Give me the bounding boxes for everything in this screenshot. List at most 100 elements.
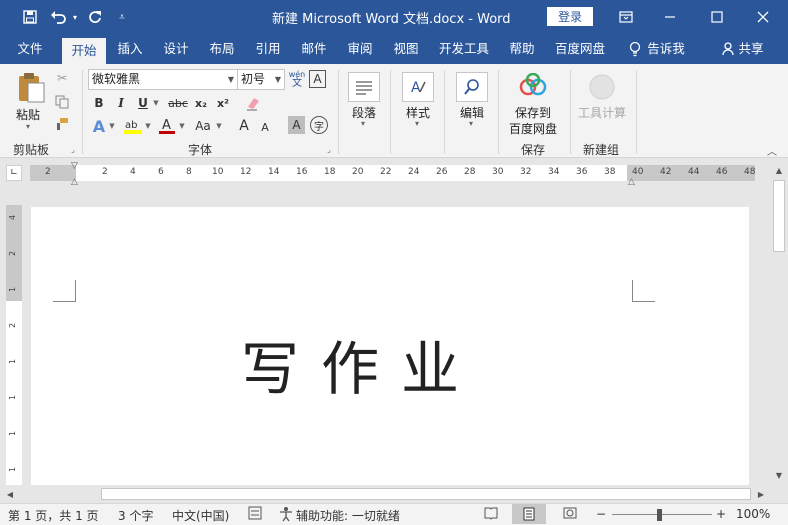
font-color-icon[interactable]: A <box>156 116 178 136</box>
clipboard-launcher-icon[interactable]: ⌟ <box>68 144 78 154</box>
scroll-left-icon[interactable]: ◀ <box>4 488 16 500</box>
vertical-scrollbar[interactable]: ▲ ▼ <box>770 160 788 485</box>
save-icon[interactable] <box>20 8 40 26</box>
character-shading-icon[interactable]: A <box>288 116 305 134</box>
accessibility-icon[interactable] <box>278 506 294 525</box>
ruler-tick-label: 28 <box>464 167 476 177</box>
tools-calc-label[interactable]: 工具计算 <box>578 104 626 121</box>
font-color-dropdown-icon[interactable]: ▼ <box>178 116 186 136</box>
italic-button[interactable]: I <box>112 94 130 112</box>
baidu-netdisk-icon[interactable] <box>518 72 548 98</box>
ribbon-display-icon[interactable] <box>616 8 636 26</box>
search-icon[interactable] <box>456 72 488 102</box>
tab-references[interactable]: 引用 <box>248 34 288 64</box>
macro-record-icon[interactable] <box>248 506 262 523</box>
hanging-indent-icon[interactable]: △ <box>71 177 81 187</box>
shrink-font-button[interactable]: A <box>258 118 272 136</box>
tools-calc-icon[interactable] <box>587 72 617 102</box>
zoom-slider-track[interactable] <box>612 514 712 515</box>
paragraph-icon[interactable] <box>348 72 380 102</box>
paste-icon[interactable] <box>12 70 50 104</box>
maximize-icon[interactable] <box>707 8 727 26</box>
scroll-down-icon[interactable]: ▼ <box>772 469 786 481</box>
tab-help[interactable]: 帮助 <box>502 34 542 64</box>
save-to-baidu-line2[interactable]: 百度网盘 <box>509 120 557 137</box>
page-count[interactable]: 第 1 页，共 1 页 <box>8 507 99 524</box>
paste-label[interactable]: 粘贴 <box>16 106 40 123</box>
styles-icon[interactable]: A <box>402 72 434 102</box>
share-button[interactable]: 共享 <box>716 34 770 64</box>
strikethrough-button[interactable]: abc <box>166 94 190 112</box>
scroll-up-icon[interactable]: ▲ <box>772 164 786 176</box>
vertical-scroll-thumb[interactable] <box>773 180 785 252</box>
web-layout-icon[interactable] <box>563 506 577 523</box>
tab-file[interactable]: 文件 <box>8 34 52 64</box>
tab-review[interactable]: 审阅 <box>340 34 380 64</box>
zoom-slider-thumb[interactable] <box>657 509 662 521</box>
zoom-in-button[interactable]: + <box>716 507 726 521</box>
right-indent-icon[interactable]: △ <box>628 177 638 187</box>
font-size-combo[interactable]: 初号 ▼ <box>237 69 285 90</box>
paste-dropdown-icon[interactable]: ▾ <box>26 122 30 131</box>
document-page[interactable]: 写作业 <box>31 207 749 487</box>
tab-view[interactable]: 视图 <box>386 34 426 64</box>
bold-button[interactable]: B <box>90 94 108 112</box>
login-button[interactable]: 登录 <box>547 7 593 26</box>
change-case-button[interactable]: Aa <box>191 116 215 136</box>
print-layout-icon[interactable] <box>512 504 546 524</box>
editing-dropdown-icon[interactable]: ▾ <box>469 119 473 128</box>
read-mode-icon[interactable] <box>484 506 498 523</box>
tab-developer[interactable]: 开发工具 <box>434 34 494 64</box>
undo-icon[interactable] <box>48 8 70 26</box>
paragraph-dropdown-icon[interactable]: ▾ <box>361 119 365 128</box>
language[interactable]: 中文(中国) <box>172 507 229 524</box>
tab-design[interactable]: 设计 <box>156 34 196 64</box>
word-count[interactable]: 3 个字 <box>118 507 153 524</box>
cut-icon[interactable]: ✂ <box>54 70 70 86</box>
tell-me-search[interactable]: 告诉我 <box>622 34 692 64</box>
grow-font-button[interactable]: A <box>236 116 252 136</box>
highlight-dropdown-icon[interactable]: ▼ <box>144 116 152 136</box>
redo-icon[interactable] <box>86 8 104 26</box>
tab-home[interactable]: 开始 <box>62 38 106 64</box>
styles-dropdown-icon[interactable]: ▾ <box>415 119 419 128</box>
vertical-ruler[interactable]: 4 2 1 2 1 1 1 1 <box>6 205 22 485</box>
format-painter-icon[interactable] <box>54 116 70 132</box>
minimize-icon[interactable] <box>660 8 680 26</box>
phonetic-guide-icon[interactable]: wén 文 <box>288 69 306 89</box>
enclose-characters-icon[interactable]: 字 <box>310 116 328 134</box>
scroll-right-icon[interactable]: ▶ <box>755 488 767 500</box>
tab-mailings[interactable]: 邮件 <box>294 34 334 64</box>
horizontal-ruler[interactable]: 2 2 4 6 8 10 12 14 16 18 20 22 24 26 28 30 32 34 36 38 40 4… <box>30 161 755 187</box>
text-effects-icon[interactable]: A <box>90 116 108 136</box>
undo-dropdown-icon[interactable]: ▾ <box>70 8 80 26</box>
subscript-button[interactable]: x₂ <box>192 94 210 112</box>
superscript-button[interactable]: x² <box>214 94 232 112</box>
accessibility-status[interactable]: 辅助功能: 一切就绪 <box>296 507 400 524</box>
underline-dropdown-icon[interactable]: ▼ <box>152 94 160 112</box>
close-icon[interactable] <box>753 8 773 26</box>
tab-baidu[interactable]: 百度网盘 <box>550 34 610 64</box>
font-name-combo[interactable]: 微软雅黑 ▼ <box>88 69 238 90</box>
document-body-text[interactable]: 写作业 <box>241 322 481 406</box>
text-effects-dropdown-icon[interactable]: ▼ <box>108 116 116 136</box>
zoom-level[interactable]: 100% <box>736 507 770 521</box>
collapse-ribbon-icon[interactable]: ︿ <box>765 144 779 158</box>
tab-layout[interactable]: 布局 <box>202 34 242 64</box>
tab-insert[interactable]: 插入 <box>110 34 150 64</box>
copy-icon[interactable] <box>54 94 70 110</box>
font-launcher-icon[interactable]: ⌟ <box>324 144 334 154</box>
character-border-icon[interactable]: A <box>309 70 326 88</box>
highlight-icon[interactable]: ab <box>122 116 144 136</box>
tab-selector-icon[interactable]: ∟ <box>6 165 22 181</box>
customize-icon[interactable]: ⩡ <box>116 8 128 26</box>
horizontal-scrollbar[interactable]: ◀ ▶ <box>0 485 770 503</box>
zoom-out-button[interactable]: − <box>596 507 606 521</box>
first-line-indent-icon[interactable]: ▽ <box>71 161 81 171</box>
clear-formatting-icon[interactable] <box>244 94 262 112</box>
horizontal-scroll-thumb[interactable] <box>101 488 751 500</box>
change-case-dropdown-icon[interactable]: ▼ <box>215 116 223 136</box>
underline-button[interactable]: U <box>134 94 152 112</box>
ruler-left-margin <box>30 165 76 181</box>
save-to-baidu-line1[interactable]: 保存到 <box>515 104 551 121</box>
